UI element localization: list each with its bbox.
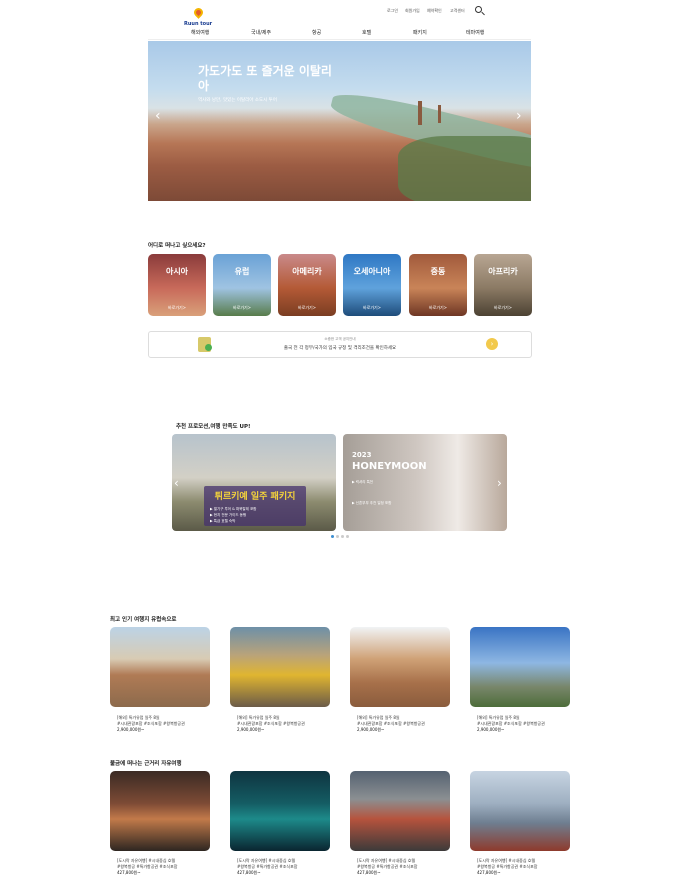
promo-dot-4[interactable]: [346, 535, 349, 538]
notice-go-button[interactable]: ›: [486, 338, 498, 350]
regions-title: 어디로 떠나고 싶으세요?: [148, 243, 206, 249]
popular-card-florence[interactable]: [110, 627, 210, 707]
nav-divider: [148, 39, 531, 40]
region-card-oceania[interactable]: 오세아니아 바로가기>: [343, 254, 401, 316]
hero-prev-arrow-icon[interactable]: ‹: [155, 108, 161, 124]
promo-card-honeymoon[interactable]: 2023 HONEYMOON ▶ 럭셔리 특전 ▶ 신혼부부 추천 일정 포함: [343, 434, 507, 531]
nav-domestic[interactable]: 국내/제주: [251, 29, 271, 36]
hero-title: 가도가도 또 즐거운 이탈리아: [198, 64, 332, 93]
nearby-card-taipei[interactable]: [230, 771, 330, 851]
reservation-link[interactable]: 예약확인: [427, 8, 442, 14]
nav-theme[interactable]: 테마여행: [466, 29, 484, 36]
nearby-card-fuji[interactable]: [470, 771, 570, 851]
popular-card-rome[interactable]: [350, 627, 450, 707]
nearby-card-tokyo[interactable]: [350, 771, 450, 851]
hero-next-arrow-icon[interactable]: ›: [516, 108, 522, 124]
search-icon[interactable]: [475, 6, 485, 16]
popular-card-text: [해외] 특가유럽 일주 8일 #시내관광포함 #조식포함 #왕복항공권 2,900…: [357, 715, 425, 732]
popular-card-paris[interactable]: [470, 627, 570, 707]
customer-center-link[interactable]: 고객센터: [450, 8, 465, 14]
region-card-africa[interactable]: 아프리카 바로가기>: [474, 254, 532, 316]
popular-card-lisbon[interactable]: [230, 627, 330, 707]
popular-title: 최고 인기 여행지 유럽속으로: [110, 617, 177, 623]
nearby-title: 불금에 떠나는 근거리 자유여행: [110, 761, 182, 767]
signup-link[interactable]: 회원가입: [405, 8, 420, 14]
region-card-asia[interactable]: 아시아 바로가기>: [148, 254, 206, 316]
promo-dot-3[interactable]: [341, 535, 344, 538]
region-card-america[interactable]: 아메리카 바로가기>: [278, 254, 336, 316]
nav-hotel[interactable]: 호텔: [362, 29, 371, 36]
location-pin-icon: [192, 6, 205, 19]
nav-overseas[interactable]: 해외여행: [191, 29, 209, 36]
nearby-card-text: [도시락 자유여행] #시내중심 호텔 #왕복항공 #특가항공권 #조식포함 427…: [237, 858, 298, 875]
popular-card-text: [해외] 특가유럽 일주 8일 #시내관광포함 #조식포함 #왕복항공권 2,900…: [237, 715, 305, 732]
nav-package[interactable]: 패키지: [413, 29, 427, 36]
logo-text: Ruun tour: [184, 21, 213, 27]
nearby-card-text: [도시락 자유여행] #시내중심 호텔 #왕복항공 #특가항공권 #조식포함 427…: [477, 858, 538, 875]
nearby-card-osaka[interactable]: [110, 771, 210, 851]
login-link[interactable]: 로그인: [387, 8, 398, 14]
promo-prev-arrow-icon[interactable]: ‹: [174, 476, 179, 490]
nav-flight[interactable]: 항공: [312, 29, 321, 36]
nearby-card-text: [도시락 자유여행] #시내중심 호텔 #왕복항공 #특가항공권 #조식포함 427…: [357, 858, 418, 875]
popular-card-text: [해외] 특가유럽 일주 8일 #시내관광포함 #조식포함 #왕복항공권 2,900…: [477, 715, 545, 732]
popular-card-text: [해외] 특가유럽 일주 8일 #시내관광포함 #조식포함 #왕복항공권 2,900…: [117, 715, 185, 732]
region-card-middle-east[interactable]: 중동 바로가기>: [409, 254, 467, 316]
promo-dot-1[interactable]: [331, 535, 334, 538]
promo-title: 추천 프로모션,여행 만족도 UP!: [176, 424, 251, 430]
region-card-europe[interactable]: 유럽 바로가기>: [213, 254, 271, 316]
nearby-card-text: [도시락 자유여행] #시내중심 호텔 #왕복항공 #특가항공권 #조식포함 427…: [117, 858, 178, 875]
promo-next-arrow-icon[interactable]: ›: [497, 476, 502, 490]
hero-subtitle: 역사와 낭만, 맛있는 이탈리아 소도시 투어: [198, 98, 277, 103]
promo-dot-2[interactable]: [336, 535, 339, 538]
travel-notice-bar[interactable]: 소중한 고객 공지안내 출국 전 각 정부/국가의 입국 규정 및 격리조건을 …: [148, 331, 532, 358]
promo-card-turkey[interactable]: 튀르키예 일주 패키지 ▶ 열기구 투어 & 파묵칼레 포함 ▶ 현지 전문 가…: [172, 434, 336, 531]
